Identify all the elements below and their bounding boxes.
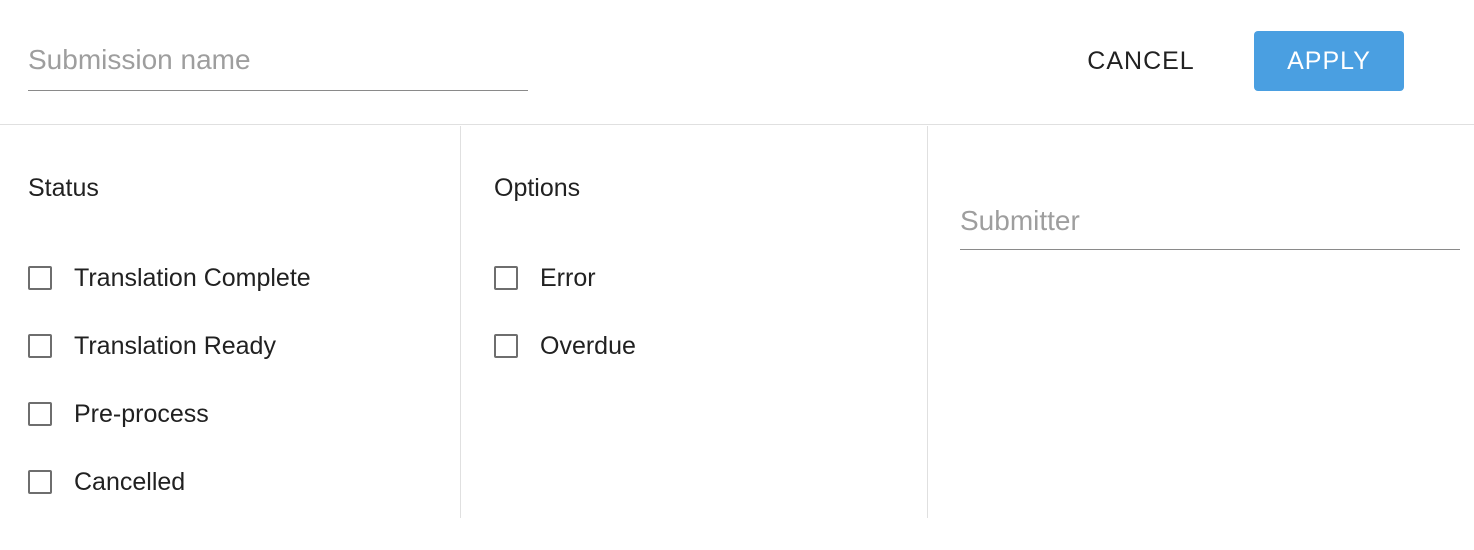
checkbox[interactable] xyxy=(28,266,52,290)
submitter-input[interactable] xyxy=(960,198,1460,250)
status-option-translation-complete[interactable]: Translation Complete xyxy=(28,244,311,312)
status-option-cancelled[interactable]: Cancelled xyxy=(28,448,311,516)
apply-button[interactable]: APPLY xyxy=(1254,31,1404,91)
checkbox-label: Translation Ready xyxy=(74,331,276,360)
checkbox-label: Overdue xyxy=(540,331,636,360)
cancel-button[interactable]: CANCEL xyxy=(1070,31,1212,91)
filter-panel: CANCEL APPLY Status Translation Complete… xyxy=(0,0,1474,550)
checkbox[interactable] xyxy=(28,334,52,358)
checkbox[interactable] xyxy=(28,402,52,426)
option-overdue[interactable]: Overdue xyxy=(494,312,636,380)
status-option-pre-process[interactable]: Pre-process xyxy=(28,380,311,448)
checkbox[interactable] xyxy=(28,470,52,494)
status-option-translation-ready[interactable]: Translation Ready xyxy=(28,312,311,380)
checkbox-label: Cancelled xyxy=(74,467,186,496)
checkbox-label: Translation Complete xyxy=(74,263,311,292)
submission-name-input[interactable] xyxy=(28,36,528,91)
option-error[interactable]: Error xyxy=(494,244,636,312)
status-column: Status Translation Complete Translation … xyxy=(0,126,461,518)
options-column: Options Error Overdue xyxy=(461,126,928,518)
status-checklist: Translation Complete Translation Ready P… xyxy=(28,262,311,516)
options-checklist: Error Overdue xyxy=(494,262,636,380)
options-title: Options xyxy=(494,174,581,202)
checkbox-label: Error xyxy=(540,263,596,292)
filter-header: CANCEL APPLY xyxy=(0,0,1474,125)
submitter-column xyxy=(928,126,1474,518)
checkbox[interactable] xyxy=(494,334,518,358)
checkbox-label: Pre-process xyxy=(74,399,209,428)
status-title: Status xyxy=(28,174,99,202)
checkbox[interactable] xyxy=(494,266,518,290)
